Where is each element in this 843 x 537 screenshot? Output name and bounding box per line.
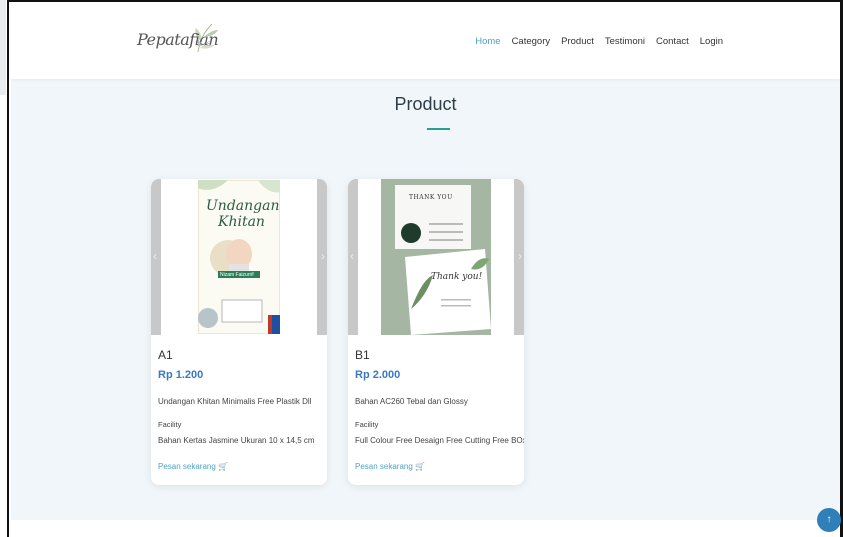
facility-value: Full Colour Free Desaign Free Cutting Fr… <box>355 436 524 445</box>
order-now-label: Pesan sekarang <box>158 462 216 471</box>
chevron-left-icon[interactable]: ‹ <box>350 249 354 263</box>
arrow-up-icon: ↑ <box>826 514 832 525</box>
nav-item-login[interactable]: Login <box>700 36 723 47</box>
facility-value: Bahan Kertas Jasmine Ukuran 10 x 14,5 cm <box>158 436 315 445</box>
order-now-link[interactable]: Pesan sekarang 🛒 <box>355 462 425 471</box>
order-now-link[interactable]: Pesan sekarang 🛒 <box>158 462 228 471</box>
nav-menu: Home Category Product Testimoni Contact … <box>464 36 723 47</box>
product-price: Rp 2.000 <box>355 369 401 381</box>
product-card-b1: ‹ › THANK YOU Thank you! B1 Rp 2.000 Bah… <box>348 179 524 485</box>
chevron-right-icon[interactable]: › <box>321 249 325 263</box>
chevron-left-icon[interactable]: ‹ <box>153 249 157 263</box>
product-price: Rp 1.200 <box>158 369 204 381</box>
invitation-title-line1: Undangan <box>206 198 279 214</box>
order-now-label: Pesan sekarang <box>355 462 413 471</box>
nav-item-contact[interactable]: Contact <box>656 36 689 47</box>
invitation-title-line2: Khitan <box>217 214 265 230</box>
product-code: A1 <box>158 348 173 362</box>
thank-you-card-image: THANK YOU Thank you! <box>381 179 491 335</box>
product-code: B1 <box>355 348 370 362</box>
chevron-right-icon[interactable]: › <box>518 249 522 263</box>
nav-item-category[interactable]: Category <box>512 36 551 47</box>
left-panel-strip <box>0 0 6 95</box>
facility-label: Facility <box>158 420 182 429</box>
product-image-carousel: ‹ › THANK YOU Thank you! <box>348 179 524 335</box>
title-underline <box>427 128 450 130</box>
product-description: Bahan AC260 Tebal dan Glossy <box>355 397 468 406</box>
thank-you-script: Thank you! <box>431 272 483 282</box>
section-title: Product <box>394 94 457 114</box>
nav-item-home[interactable]: Home <box>475 36 500 47</box>
cart-icon: 🛒 <box>415 462 426 471</box>
nav-item-testimoni[interactable]: Testimoni <box>605 36 645 47</box>
navbar: Pepatafian h.s. Home Category Product Te… <box>11 2 840 79</box>
window-frame-left <box>0 0 9 537</box>
logo-suffix-text: h.s. <box>197 39 216 48</box>
cart-icon: 🛒 <box>218 462 229 471</box>
thank-you-card-text: THANK YOU <box>409 194 453 201</box>
facility-label: Facility <box>355 420 379 429</box>
product-description: Undangan Khitan Minimalis Free Plastik D… <box>158 397 312 406</box>
product-image-carousel: ‹ › Undangan Khitan Nizam Faizurrif <box>151 179 327 335</box>
page: Pepatafian h.s. Home Category Product Te… <box>11 2 840 537</box>
scroll-to-top-button[interactable]: ↑ <box>817 508 841 532</box>
invitation-card-image: Undangan Khitan Nizam Faizurrif <box>198 180 280 334</box>
invitation-name: Nizam Faizurrif <box>220 272 254 278</box>
nav-item-product[interactable]: Product <box>561 36 594 47</box>
product-card-a1: ‹ › Undangan Khitan Nizam Faizurrif A1 R… <box>151 179 327 485</box>
footer-band <box>11 520 840 537</box>
brand-logo[interactable]: Pepatafian h.s. <box>135 22 245 62</box>
